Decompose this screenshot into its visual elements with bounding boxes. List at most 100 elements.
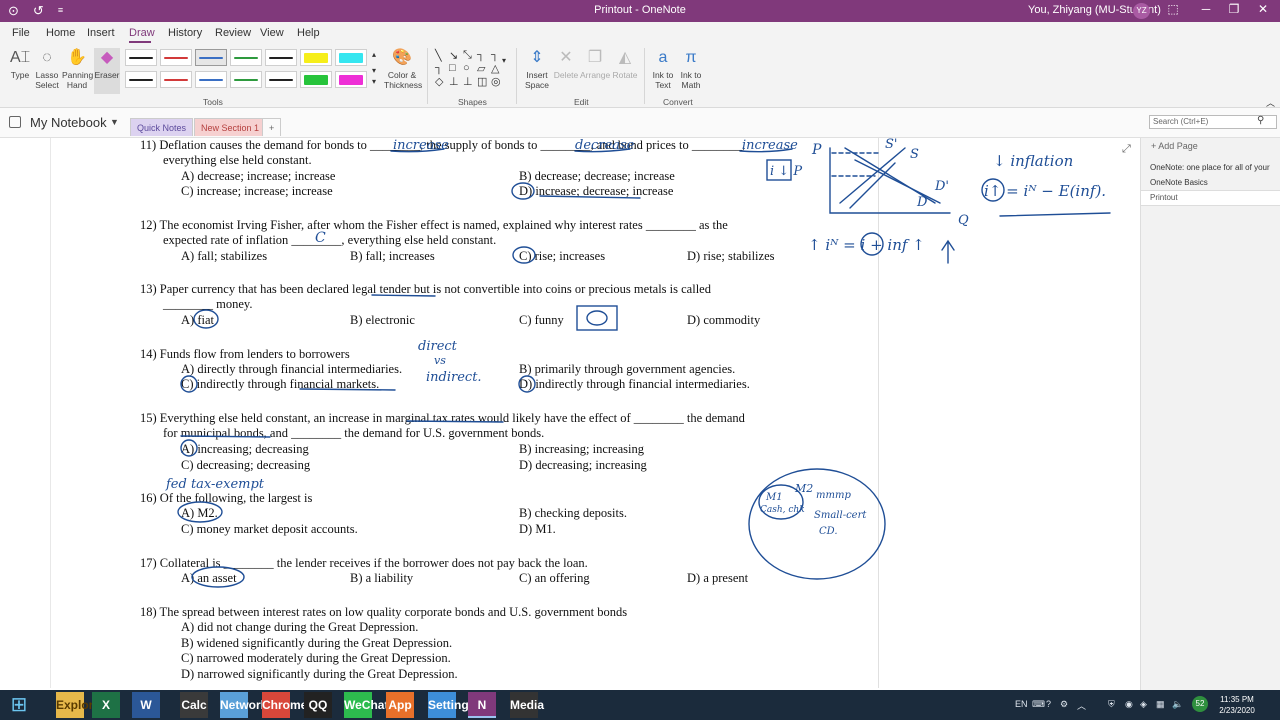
- q18-option-a: A) did not change during the Great Depre…: [181, 620, 419, 634]
- panning-hand-button[interactable]: ✋ Panning Hand: [62, 48, 93, 90]
- page-item-printout[interactable]: Printout: [1141, 190, 1280, 206]
- media-app[interactable]: Media: [510, 692, 544, 718]
- diamond-shape-icon[interactable]: ◇: [435, 75, 443, 88]
- line-shape-icon[interactable]: ╲: [435, 49, 442, 62]
- axis-shape-icon[interactable]: ┐: [477, 49, 485, 61]
- gallery-scroll-up-icon[interactable]: ▴: [372, 50, 376, 59]
- q14-option-a: A) directly through financial intermedia…: [181, 362, 403, 376]
- tab-help[interactable]: Help: [297, 27, 320, 39]
- page-item-onenote-basics[interactable]: OneNote Basics: [1141, 178, 1280, 187]
- axis2-shape-icon[interactable]: ┐: [491, 49, 499, 61]
- notification-badge[interactable]: 52: [1192, 696, 1208, 712]
- q11-option-a: A) decrease; increase; increase: [181, 169, 336, 183]
- pen-3[interactable]: [195, 49, 227, 66]
- cylinder-shape-icon[interactable]: ◎: [491, 75, 501, 88]
- tab-history[interactable]: History: [168, 27, 202, 39]
- add-section-button[interactable]: +: [262, 118, 282, 136]
- rotate-button[interactable]: ◭ Rotate: [611, 48, 639, 80]
- minimize-button[interactable]: ─: [1196, 2, 1216, 16]
- onenote-app[interactable]: N: [468, 692, 496, 718]
- language-indicator[interactable]: EN: [1015, 699, 1028, 709]
- ink-to-text-button[interactable]: a Ink to Text: [650, 48, 676, 90]
- pen-12[interactable]: [265, 71, 297, 88]
- settings-app[interactable]: Settings: [428, 692, 475, 718]
- arrange-button[interactable]: ❐ Arrange: [580, 48, 610, 80]
- file-explorer-app[interactable]: Explorer: [56, 692, 105, 718]
- network-app[interactable]: Network: [220, 692, 267, 718]
- type-button[interactable]: A⌶ Type: [6, 48, 34, 80]
- gallery-scroll-down-icon[interactable]: ▾: [372, 66, 376, 75]
- triangle-shape-icon[interactable]: △: [491, 62, 499, 75]
- pen-11[interactable]: [230, 71, 262, 88]
- chevron-up-icon[interactable]: ︿: [1077, 699, 1086, 712]
- pen-10[interactable]: [195, 71, 227, 88]
- security-icon[interactable]: ◉: [1125, 699, 1133, 710]
- restore-button[interactable]: ❐: [1224, 2, 1244, 16]
- pen-8[interactable]: [125, 71, 157, 88]
- add-page-button[interactable]: + Add Page: [1151, 141, 1198, 151]
- tab-view[interactable]: View: [260, 27, 284, 39]
- highlighter-6[interactable]: [300, 49, 332, 66]
- search-icon[interactable]: ⚲: [1257, 115, 1264, 126]
- graph-shape-icon[interactable]: ⊥: [449, 75, 459, 88]
- wifi-icon[interactable]: ◈: [1140, 699, 1147, 710]
- eraser-button[interactable]: ◆ Eraser: [94, 48, 120, 94]
- system-clock[interactable]: 11:35 PM 2/23/2020: [1212, 694, 1262, 716]
- notebook-dropdown-icon[interactable]: ▼: [110, 117, 119, 127]
- tab-insert[interactable]: Insert: [87, 27, 115, 39]
- tab-draw[interactable]: Draw: [129, 27, 155, 39]
- ribbon-tabs: File Home Insert Draw History Review Vie…: [0, 22, 1280, 44]
- pen-stroke-swatch: [129, 57, 153, 59]
- section-tab-new-section-1[interactable]: New Section 1: [194, 118, 267, 136]
- cube-shape-icon[interactable]: ◫: [477, 75, 487, 88]
- ellipse-shape-icon[interactable]: ○: [463, 62, 470, 74]
- calculator-app[interactable]: Calc: [180, 692, 208, 718]
- volume-icon[interactable]: 🔈: [1172, 699, 1183, 710]
- double-arrow-shape-icon[interactable]: ⤡: [463, 49, 472, 62]
- graph2-shape-icon[interactable]: ⊥: [463, 75, 473, 88]
- excel-app[interactable]: X: [92, 692, 120, 718]
- pen-2[interactable]: [160, 49, 192, 66]
- insert-space-icon: ⇕: [530, 49, 544, 66]
- app-icon[interactable]: App: [386, 692, 414, 718]
- arrow-shape-icon[interactable]: ↘: [449, 49, 458, 62]
- chrome-app[interactable]: Chrome: [262, 692, 307, 718]
- lasso-select-button[interactable]: ◌ Lasso Select: [34, 48, 60, 90]
- highlighter-14[interactable]: [335, 71, 367, 88]
- help-icon[interactable]: ?: [1046, 699, 1051, 709]
- wechat-app[interactable]: WeChat: [344, 692, 388, 718]
- notebook-name[interactable]: My Notebook: [30, 115, 107, 130]
- tab-home[interactable]: Home: [46, 27, 75, 39]
- rectangle-shape-icon[interactable]: □: [449, 62, 456, 74]
- shapes-more-icon[interactable]: ▾: [502, 56, 506, 65]
- page-item-onenote-one-place[interactable]: OneNote: one place for all of your: [1141, 163, 1280, 172]
- tab-file[interactable]: File: [12, 27, 30, 39]
- expand-page-icon[interactable]: ⤢: [1122, 143, 1131, 156]
- pen-4[interactable]: [230, 49, 262, 66]
- gallery-more-icon[interactable]: ▾: [372, 77, 376, 86]
- axes-shape-icon[interactable]: ┐: [435, 62, 443, 74]
- qq-app[interactable]: QQ: [304, 692, 332, 718]
- ink-to-math-button[interactable]: π Ink to Math: [678, 48, 704, 90]
- avatar[interactable]: YZ: [1133, 3, 1150, 19]
- color-thickness-button[interactable]: 🎨 Color & Thickness: [384, 48, 422, 90]
- pen-1[interactable]: [125, 49, 157, 66]
- pen-9[interactable]: [160, 71, 192, 88]
- highlighter-13[interactable]: [300, 71, 332, 88]
- gear-icon[interactable]: ⚙: [1060, 699, 1068, 710]
- delete-button[interactable]: ✕ Delete: [553, 48, 579, 80]
- start-button[interactable]: ⊞: [2, 691, 36, 719]
- highlighter-7[interactable]: [335, 49, 367, 66]
- section-tab-quick-notes[interactable]: Quick Notes: [130, 118, 194, 136]
- keyboard-icon[interactable]: ⌨: [1032, 699, 1045, 710]
- shield-icon[interactable]: ⛨: [1108, 699, 1115, 710]
- parallelogram-shape-icon[interactable]: ▱: [477, 62, 485, 75]
- tab-review[interactable]: Review: [215, 27, 251, 39]
- close-button[interactable]: ✕: [1253, 2, 1273, 16]
- ribbon-display-icon[interactable]: ⬚: [1163, 2, 1183, 16]
- word-app[interactable]: W: [132, 692, 160, 718]
- pen-5[interactable]: [265, 49, 297, 66]
- insert-space-button[interactable]: ⇕ Insert Space: [522, 48, 552, 90]
- network-icon[interactable]: ▦: [1156, 699, 1165, 710]
- page-canvas[interactable]: 11) Deflation causes the demand for bond…: [0, 138, 1140, 690]
